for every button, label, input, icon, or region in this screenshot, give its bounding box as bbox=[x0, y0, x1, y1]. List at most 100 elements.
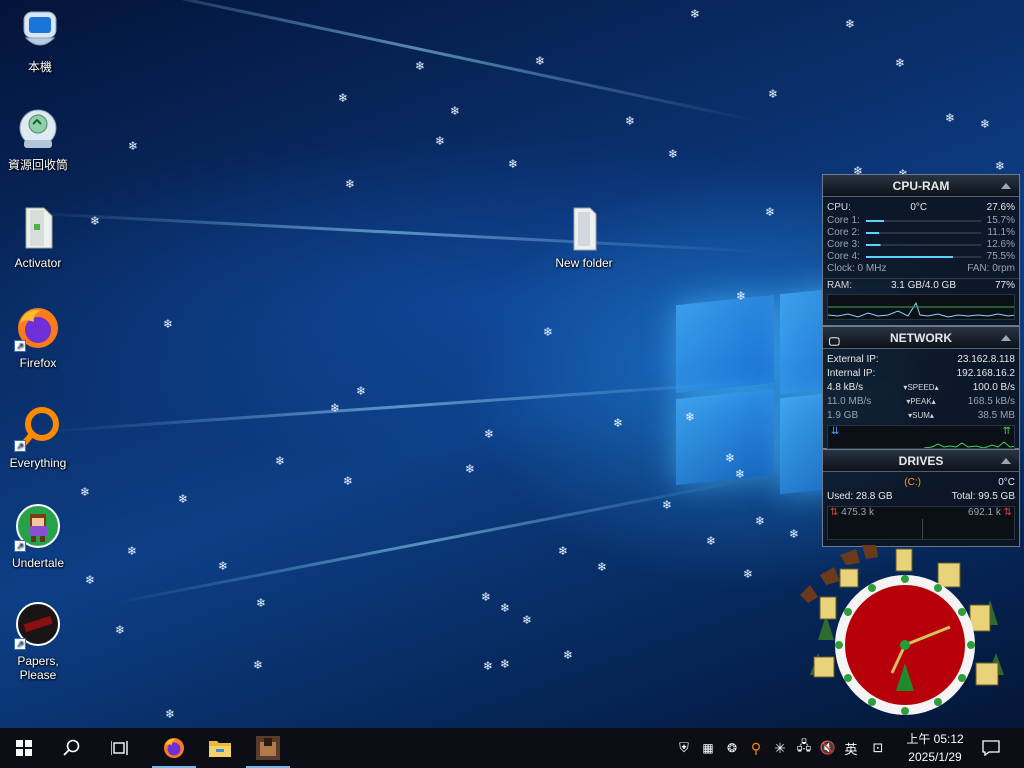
tray-network-monitor[interactable]: ▦ bbox=[698, 728, 718, 768]
tray-brightness[interactable]: ✳ bbox=[770, 728, 790, 768]
snowflake-icon: ❄ bbox=[625, 114, 636, 128]
start-button[interactable] bbox=[0, 728, 48, 768]
core-row: Core 3: 12.6% bbox=[823, 239, 1019, 251]
task-view-icon bbox=[111, 741, 128, 755]
desktop-icon-this-pc[interactable]: 本機 bbox=[2, 8, 78, 74]
snowflake-icon: ❄ bbox=[500, 601, 511, 615]
tray-security[interactable]: ⛨ bbox=[674, 728, 694, 768]
core-value: 75.5% bbox=[986, 251, 1015, 262]
snowflake-icon: ❄ bbox=[450, 104, 461, 118]
desktop-icon-label: Papers, Please bbox=[17, 654, 59, 682]
core-row: Core 2: 11.1% bbox=[823, 227, 1019, 239]
collapse-icon[interactable] bbox=[1001, 183, 1011, 189]
taskbar: ⛨ ▦ ❂ ⚲ ✳ 🖧 🔇 英 ⊡ 上午 05:12 2025/1/29 bbox=[0, 728, 1024, 768]
file-explorer-icon bbox=[209, 741, 231, 757]
ram-usage: 3.1 GB/4.0 GB bbox=[890, 280, 957, 291]
cpu-ram-gadget[interactable]: CPU-RAM CPU: 0°C 27.6% Core 1: 15.7% Cor… bbox=[822, 174, 1020, 326]
core-bar bbox=[865, 220, 981, 222]
snowflake-icon: ❄ bbox=[725, 451, 736, 465]
tray-ime[interactable]: 英 bbox=[840, 728, 862, 768]
snowflake-icon: ❄ bbox=[736, 289, 747, 303]
drive-read: ⇅ 475.3 k bbox=[830, 507, 874, 518]
snowflake-icon: ❄ bbox=[558, 544, 569, 558]
taskbar-firefox[interactable] bbox=[150, 728, 198, 768]
christmas-clock-gadget[interactable] bbox=[800, 545, 1010, 735]
upload-arrow-icon: ⇈ bbox=[1002, 426, 1011, 437]
taskbar-file-explorer[interactable] bbox=[196, 728, 244, 768]
tray-input-method[interactable]: ⊡ bbox=[868, 728, 888, 768]
cpu-value: 27.6% bbox=[986, 202, 1015, 213]
snowflake-icon: ❄ bbox=[465, 462, 476, 476]
clock-time: 上午 05:12 bbox=[906, 732, 964, 746]
desktop-icon-papers-please[interactable]: ↗ Papers, Please bbox=[0, 602, 76, 682]
file-icon bbox=[14, 204, 62, 252]
core-bar bbox=[865, 256, 981, 258]
desktop-icon-everything[interactable]: ↗ Everything bbox=[0, 404, 76, 470]
collapse-icon[interactable] bbox=[1001, 335, 1011, 341]
desktop-icon-firefox[interactable]: ↗ Firefox bbox=[0, 304, 76, 370]
clock-date: 2025/1/29 bbox=[908, 750, 962, 764]
write-icon: ⇅ bbox=[1003, 507, 1012, 518]
drive-write: 692.1 k ⇅ bbox=[968, 507, 1012, 518]
recycle-bin-icon bbox=[14, 106, 62, 154]
snowflake-icon: ❄ bbox=[613, 416, 624, 430]
network-gadget[interactable]: 🖵 NETWORK External IP: 23.162.8.118 Inte… bbox=[822, 326, 1020, 449]
tray-everything[interactable]: ⚲ bbox=[746, 728, 766, 768]
tray-volume[interactable]: 🔇 bbox=[818, 728, 838, 768]
collapse-icon[interactable] bbox=[1001, 458, 1011, 464]
network-icon: 🖧 bbox=[796, 738, 812, 753]
snowflake-icon: ❄ bbox=[218, 559, 229, 573]
fan-speed: FAN: 0rpm bbox=[967, 263, 1015, 274]
taskbar-clock[interactable]: 上午 05:12 2025/1/29 bbox=[898, 730, 972, 766]
tray-app[interactable]: ❂ bbox=[722, 728, 742, 768]
task-view-button[interactable] bbox=[96, 728, 144, 768]
taskbar-papers-please[interactable] bbox=[244, 728, 292, 768]
network-history-graph: ⇊ ⇈ bbox=[827, 425, 1015, 449]
snowflake-icon: ❄ bbox=[522, 613, 533, 627]
internal-ip: 192.168.16.2 bbox=[956, 368, 1015, 379]
core-label: Core 3: bbox=[827, 239, 860, 250]
gadget-header[interactable]: 🖵 NETWORK bbox=[823, 327, 1019, 349]
snowflake-icon: ❄ bbox=[90, 214, 101, 228]
snowflake-icon: ❄ bbox=[768, 87, 779, 101]
shortcut-arrow-icon: ↗ bbox=[14, 540, 26, 552]
search-button[interactable] bbox=[48, 728, 96, 768]
firefox-icon: ↗ bbox=[14, 304, 62, 352]
snowflake-icon: ❄ bbox=[481, 590, 492, 604]
sum-right: 38.5 MB bbox=[977, 410, 1015, 421]
desktop-icon-recycle-bin[interactable]: 資源回收筒 bbox=[0, 106, 76, 172]
snowflake-icon: ❄ bbox=[543, 325, 554, 339]
drive-letter: (C:) bbox=[904, 477, 921, 488]
tray-network[interactable]: 🖧 bbox=[794, 728, 814, 768]
shortcut-arrow-icon: ↗ bbox=[14, 638, 26, 650]
core-label: Core 1: bbox=[827, 215, 860, 226]
snowflake-icon: ❄ bbox=[165, 707, 176, 721]
internal-ip-label: Internal IP: bbox=[827, 368, 876, 379]
snowflake-icon: ❄ bbox=[80, 485, 91, 499]
snowflake-icon: ❄ bbox=[743, 567, 754, 581]
snowflake-icon: ❄ bbox=[163, 317, 174, 331]
search-icon bbox=[63, 739, 80, 756]
ram-label: RAM: bbox=[827, 280, 852, 291]
desktop-icon-label: Activator bbox=[14, 256, 62, 270]
snowflake-icon: ❄ bbox=[597, 560, 608, 574]
core-value: 12.6% bbox=[986, 239, 1015, 250]
gadget-header[interactable]: CPU-RAM bbox=[823, 175, 1019, 197]
snowflake-icon: ❄ bbox=[85, 573, 96, 587]
desktop-icon-activator[interactable]: Activator bbox=[0, 204, 76, 270]
snowflake-icon: ❄ bbox=[256, 596, 267, 610]
peak-value: 11.0 MB/s bbox=[827, 396, 872, 407]
snowflake-icon: ❄ bbox=[343, 474, 354, 488]
snowflake-icon: ❄ bbox=[690, 7, 701, 21]
desktop-icon-undertale[interactable]: ↗ Undertale bbox=[0, 504, 76, 570]
snowflake-icon: ❄ bbox=[765, 205, 776, 219]
external-ip-label: External IP: bbox=[827, 354, 879, 365]
snowflake-icon: ❄ bbox=[845, 17, 856, 31]
folder-icon bbox=[560, 204, 608, 252]
core-label: Core 4: bbox=[827, 251, 860, 262]
action-center-button[interactable] bbox=[978, 728, 1004, 768]
snowflake-icon: ❄ bbox=[338, 91, 349, 105]
drives-gadget[interactable]: DRIVES (C:) 0°C Used: 28.8 GB Total: 99.… bbox=[822, 449, 1020, 547]
gadget-header[interactable]: DRIVES bbox=[823, 450, 1019, 472]
desktop-icon-new-folder[interactable]: New folder bbox=[546, 204, 622, 270]
